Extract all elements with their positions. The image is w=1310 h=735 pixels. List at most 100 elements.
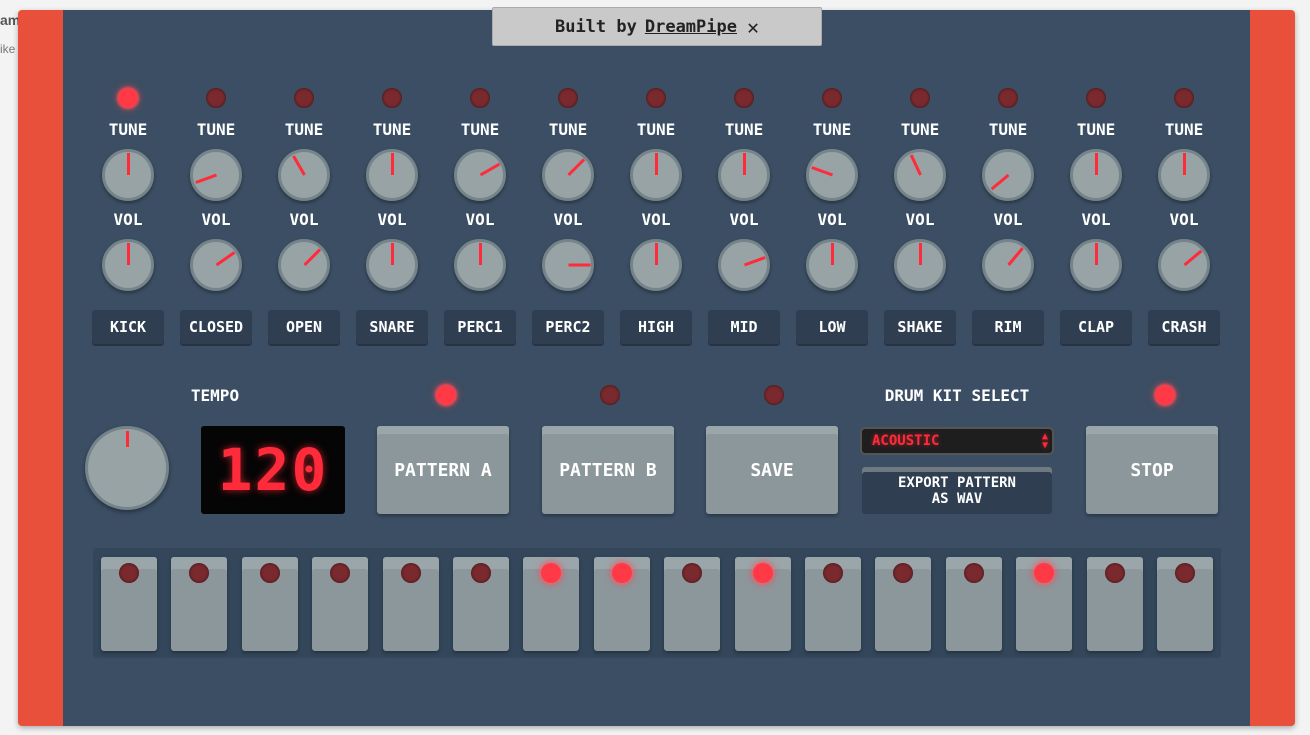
channel-led-perc1 [470,88,490,108]
tune-knob-snare[interactable] [366,149,418,201]
tune-knob-perc2[interactable] [542,149,594,201]
drum-kit-select[interactable]: ACOUSTIC ▲ ▼ [860,427,1054,455]
channel-button-low[interactable]: LOW [796,310,868,344]
vol-label-perc2: VOL [553,210,583,229]
channel-button-perc2[interactable]: PERC2 [532,310,604,344]
vol-knob-shake[interactable] [894,239,946,291]
channel-button-crash[interactable]: CRASH [1148,310,1220,344]
vol-label-closed: VOL [201,210,231,229]
vol-label-mid: VOL [729,210,759,229]
tune-knob-crash[interactable] [1158,149,1210,201]
dreampipe-link[interactable]: DreamPipe [645,17,737,37]
export-line-1: EXPORT PATTERN [897,474,1016,491]
tune-label-mid: TUNE [724,120,764,139]
tune-label-clap: TUNE [1076,120,1116,139]
channel-button-snare[interactable]: SNARE [356,310,428,344]
vol-knob-low[interactable] [806,239,858,291]
drum-kit-select-label: DRUM KIT SELECT [884,386,1030,405]
channel-button-closed[interactable]: CLOSED [180,310,252,344]
step-button-5[interactable] [382,557,439,651]
vol-label-kick: VOL [113,210,143,229]
vol-knob-snare[interactable] [366,239,418,291]
export-wav-button[interactable]: EXPORT PATTERN AS WAV [862,467,1052,514]
step-button-1[interactable] [101,557,157,651]
tune-knob-closed[interactable] [190,149,242,201]
step-button-10[interactable] [734,557,791,651]
step-led-12 [893,563,914,583]
step-button-9[interactable] [664,557,721,651]
tune-knob-shake[interactable] [894,149,946,201]
tune-knob-mid[interactable] [718,149,770,201]
vol-knob-perc1[interactable] [454,239,506,291]
channel-led-closed [206,88,226,108]
step-button-6[interactable] [453,557,509,651]
channel-button-clap[interactable]: CLAP [1060,310,1132,344]
knob-pointer [1094,243,1098,265]
vol-knob-rim[interactable] [982,239,1034,291]
step-button-11[interactable] [805,557,861,651]
knob-pointer [194,173,217,184]
tune-knob-high[interactable] [630,149,682,201]
tune-label-closed: TUNE [196,120,236,139]
tune-knob-low[interactable] [806,149,858,201]
tune-knob-kick[interactable] [102,149,154,201]
tune-knob-open[interactable] [278,149,330,201]
drum-kit-select-value: ACOUSTIC [872,433,940,449]
channel-button-mid[interactable]: MID [708,310,780,344]
tune-knob-perc1[interactable] [454,149,506,201]
vol-knob-high[interactable] [630,239,682,291]
vol-knob-crash[interactable] [1158,239,1210,291]
export-line-2: AS WAV [931,490,983,507]
knob-pointer [654,153,658,175]
vol-knob-perc2[interactable] [542,239,594,291]
step-led-7 [541,563,562,583]
knob-pointer [810,166,833,177]
step-button-3[interactable] [241,557,298,651]
tune-label-open: TUNE [284,120,324,139]
channel-button-kick[interactable]: KICK [92,310,164,344]
channel-button-high[interactable]: HIGH [620,310,692,344]
tempo-display: 120 [201,426,345,514]
close-icon[interactable]: ✕ [747,15,759,39]
channel-button-shake[interactable]: SHAKE [884,310,956,344]
step-button-2[interactable] [171,557,228,651]
channel-led-low [822,88,842,108]
pattern-a-button[interactable]: PATTERN A [377,426,509,514]
step-button-13[interactable] [945,557,1002,651]
vol-knob-kick[interactable] [102,239,154,291]
vol-knob-mid[interactable] [718,239,770,291]
tempo-knob[interactable] [85,426,169,510]
step-led-2 [189,563,210,583]
stop-button[interactable]: STOP [1086,426,1218,514]
vol-knob-clap[interactable] [1070,239,1122,291]
step-button-7[interactable] [523,557,580,651]
step-button-8[interactable] [593,557,650,651]
built-by-banner: Built by DreamPipe ✕ [492,7,822,46]
step-button-12[interactable] [875,557,932,651]
knob-pointer [302,248,321,267]
channel-button-perc1[interactable]: PERC1 [444,310,516,344]
vol-knob-open[interactable] [278,239,330,291]
tune-label-perc2: TUNE [548,120,588,139]
channel-led-mid [734,88,754,108]
channel-button-rim[interactable]: RIM [972,310,1044,344]
knob-pointer [742,153,746,175]
pattern-b-button[interactable]: PATTERN B [542,426,674,514]
step-button-16[interactable] [1157,557,1213,651]
step-button-15[interactable] [1086,557,1143,651]
step-led-15 [1104,563,1125,583]
tune-label-snare: TUNE [372,120,412,139]
tune-knob-rim[interactable] [982,149,1034,201]
step-button-14[interactable] [1016,557,1073,651]
channel-button-open[interactable]: OPEN [268,310,340,344]
step-button-4[interactable] [312,557,369,651]
tune-knob-clap[interactable] [1070,149,1122,201]
step-led-11 [823,563,843,583]
vol-knob-closed[interactable] [190,239,242,291]
knob-pointer [654,243,658,265]
stop-led [1155,385,1175,405]
pattern-b-led [600,385,620,405]
save-button[interactable]: SAVE [706,426,838,514]
channel-led-clap [1086,88,1106,108]
vol-label-rim: VOL [993,210,1023,229]
